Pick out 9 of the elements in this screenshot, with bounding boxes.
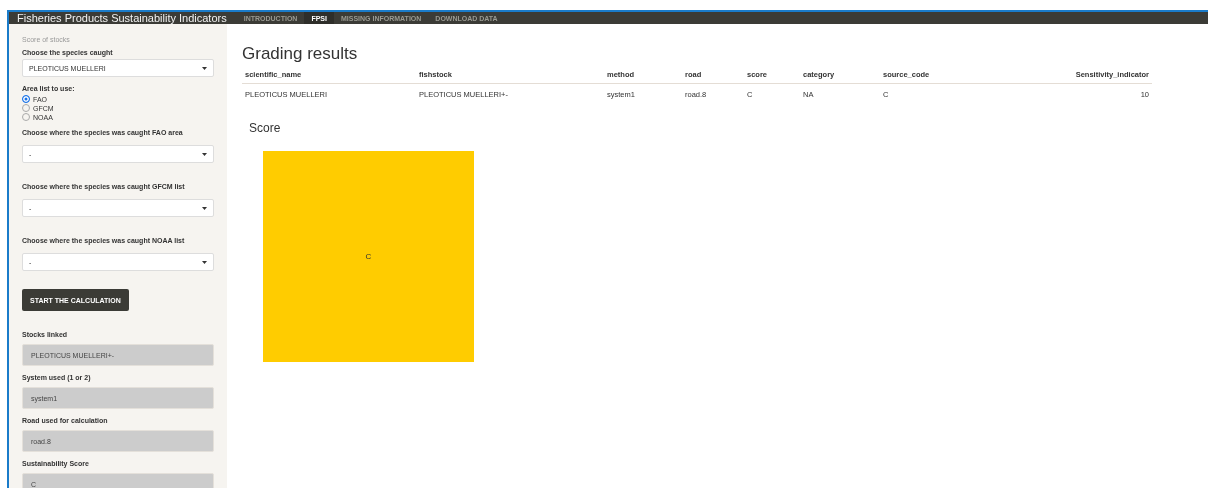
- section-title: Score: [249, 121, 282, 135]
- caret-icon: [202, 206, 207, 210]
- caret-icon: [202, 66, 207, 70]
- caret-icon: [202, 260, 207, 264]
- caret-icon: [202, 152, 207, 156]
- page-title: Grading results: [242, 44, 359, 64]
- app-title: Fisheries Products Sustainability Indicators: [17, 12, 227, 24]
- score-label: C: [365, 252, 372, 261]
- radio-button[interactable]: [22, 95, 30, 103]
